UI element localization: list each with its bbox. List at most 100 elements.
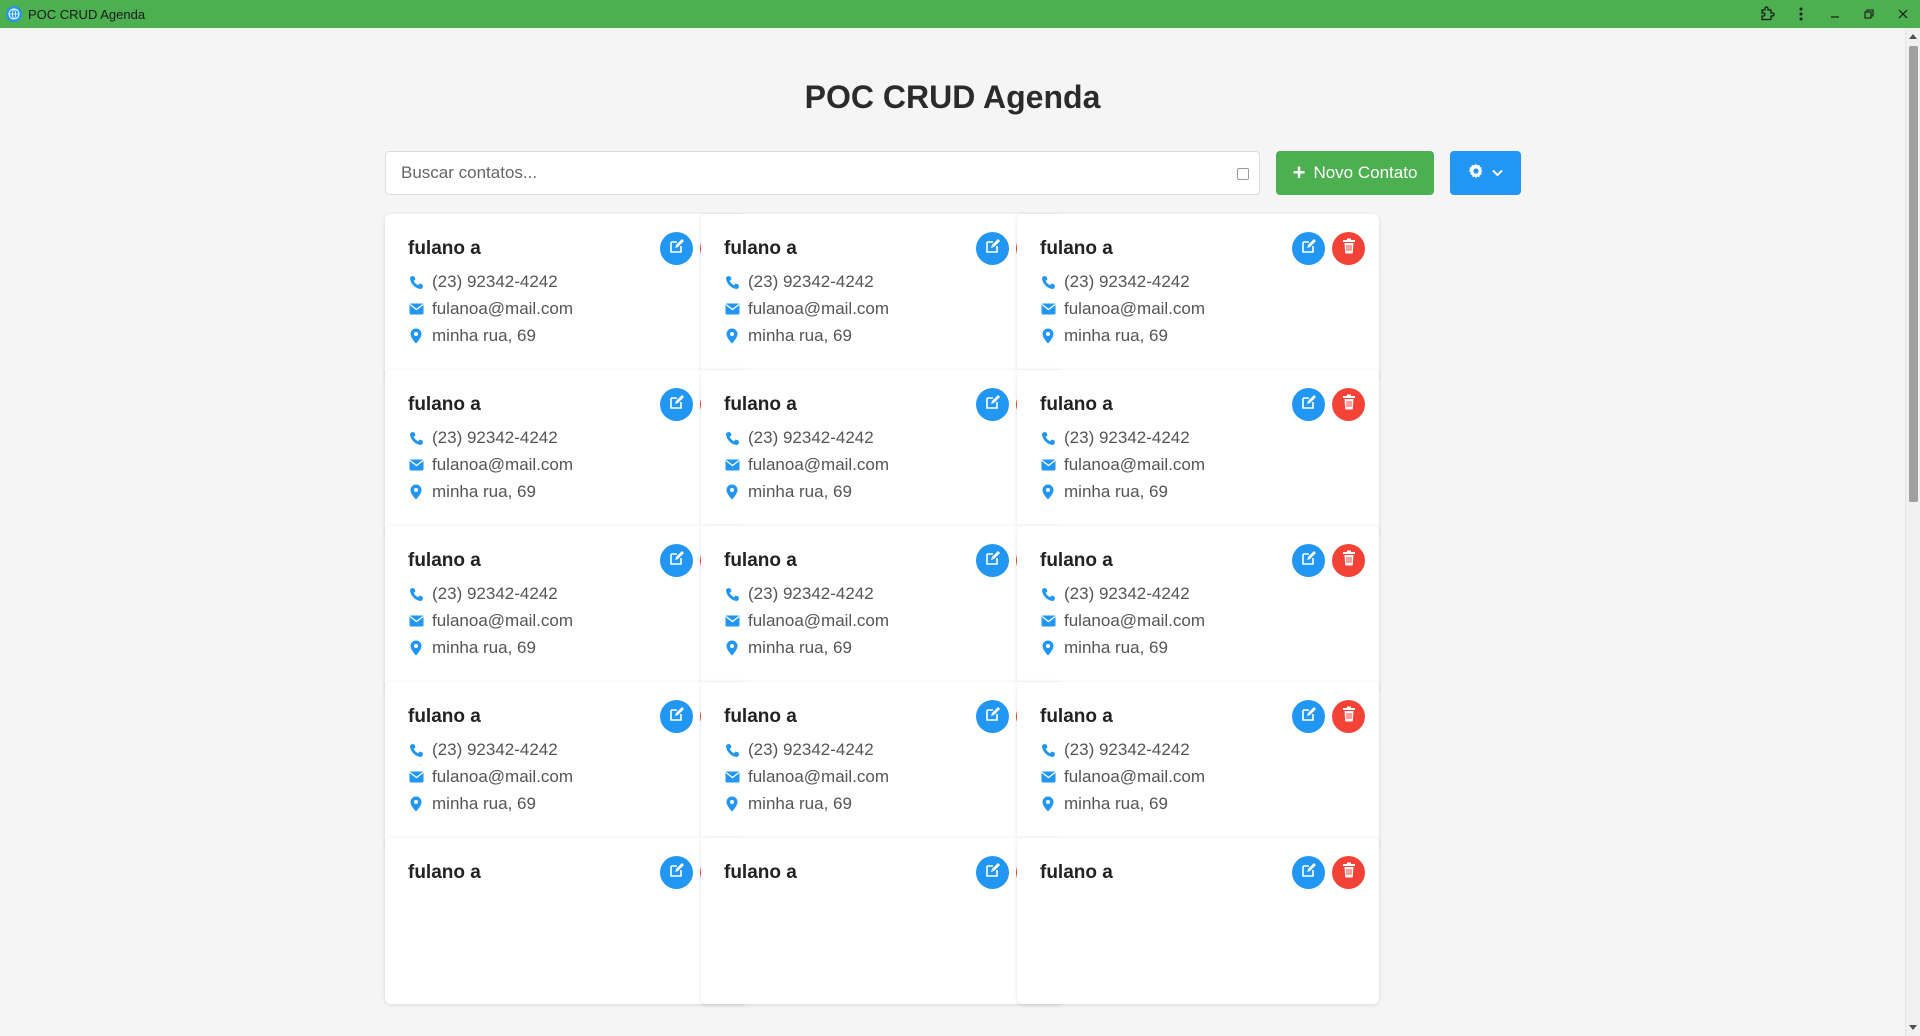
edit-contact-button[interactable]	[660, 388, 693, 421]
vertical-scrollbar[interactable]	[1905, 28, 1920, 1036]
contact-address-row: minha rua, 69	[724, 482, 852, 502]
scrollbar-thumb[interactable]	[1909, 46, 1918, 502]
contact-card: fulano a (23) 92342-4242 fulanoa@mail.com m…	[385, 370, 747, 536]
contact-address: minha rua, 69	[748, 482, 852, 501]
contact-email: fulanoa@mail.com	[432, 455, 574, 474]
delete-contact-button[interactable]	[1332, 232, 1365, 265]
search-box[interactable]	[385, 151, 1260, 195]
delete-contact-button[interactable]	[1332, 544, 1365, 577]
contact-phone-row: (23) 92342-4242	[724, 584, 874, 604]
edit-contact-button[interactable]	[1292, 856, 1325, 889]
contact-email: fulanoa@mail.com	[432, 767, 574, 786]
edit-icon	[985, 238, 1001, 259]
map-pin-icon	[724, 796, 740, 812]
contact-card: fulano a	[385, 838, 747, 1004]
new-contact-button[interactable]: + Novo Contato	[1276, 151, 1434, 195]
envelope-icon	[724, 769, 740, 785]
contact-phone: (23) 92342-4242	[748, 272, 874, 291]
contact-name: fulano a	[408, 394, 481, 415]
delete-contact-button[interactable]	[1332, 856, 1365, 889]
contact-address-row: minha rua, 69	[408, 482, 536, 502]
edit-contact-button[interactable]	[1292, 544, 1325, 577]
edit-contact-button[interactable]	[976, 700, 1009, 733]
contact-phone-row: (23) 92342-4242	[1040, 272, 1190, 292]
scroll-down-arrow-icon[interactable]	[1909, 1025, 1917, 1030]
contact-address-row: minha rua, 69	[1040, 326, 1168, 346]
edit-icon	[985, 706, 1001, 727]
edit-contact-button[interactable]	[660, 700, 693, 733]
edit-contact-button[interactable]	[976, 544, 1009, 577]
restore-icon[interactable]	[1852, 0, 1886, 28]
edit-icon	[985, 394, 1001, 415]
contact-phone-row: (23) 92342-4242	[724, 272, 874, 292]
contact-name: fulano a	[408, 238, 481, 259]
contact-card: fulano a (23) 92342-4242 fulanoa@mail.com m…	[1017, 526, 1379, 692]
close-icon[interactable]	[1886, 0, 1920, 28]
contact-email-row: fulanoa@mail.com	[724, 299, 889, 319]
contact-address: minha rua, 69	[432, 326, 536, 345]
new-contact-label: Novo Contato	[1313, 163, 1418, 182]
edit-contact-button[interactable]	[660, 544, 693, 577]
phone-icon	[408, 430, 424, 446]
contact-phone: (23) 92342-4242	[1064, 428, 1190, 447]
window-titlebar: POC CRUD Agenda	[0, 0, 1920, 28]
contact-phone: (23) 92342-4242	[432, 272, 558, 291]
contact-name: fulano a	[724, 394, 797, 415]
envelope-icon	[1040, 769, 1056, 785]
envelope-icon	[1040, 301, 1056, 317]
contact-name: fulano a	[1040, 862, 1113, 883]
envelope-icon	[408, 769, 424, 785]
trash-icon	[1342, 238, 1356, 259]
contact-phone-row: (23) 92342-4242	[1040, 584, 1190, 604]
minimize-icon[interactable]	[1818, 0, 1852, 28]
settings-dropdown-button[interactable]	[1450, 151, 1521, 195]
contact-address-row: minha rua, 69	[724, 638, 852, 658]
contact-email-row: fulanoa@mail.com	[724, 611, 889, 631]
contact-name: fulano a	[408, 706, 481, 727]
delete-contact-button[interactable]	[1332, 700, 1365, 733]
contact-card: fulano a (23) 92342-4242 fulanoa@mail.com m…	[1017, 370, 1379, 536]
contact-address-row: minha rua, 69	[408, 638, 536, 658]
map-pin-icon	[408, 484, 424, 500]
map-pin-icon	[724, 328, 740, 344]
envelope-icon	[724, 457, 740, 473]
contact-address-row: minha rua, 69	[724, 794, 852, 814]
contact-address: minha rua, 69	[432, 794, 536, 813]
scroll-up-arrow-icon[interactable]	[1909, 34, 1917, 39]
contact-phone: (23) 92342-4242	[748, 428, 874, 447]
contact-name: fulano a	[1040, 550, 1113, 571]
contact-card: fulano a	[1017, 838, 1379, 1004]
contact-card: fulano a (23) 92342-4242 fulanoa@mail.com m…	[701, 214, 1063, 380]
extensions-icon[interactable]	[1750, 0, 1784, 28]
contact-phone-row: (23) 92342-4242	[724, 740, 874, 760]
edit-contact-button[interactable]	[1292, 388, 1325, 421]
contact-name: fulano a	[408, 862, 481, 883]
search-input[interactable]	[386, 152, 1259, 194]
page-title: POC CRUD Agenda	[804, 79, 1101, 115]
contact-phone: (23) 92342-4242	[1064, 584, 1190, 603]
contact-email: fulanoa@mail.com	[1064, 455, 1206, 474]
plus-icon: +	[1292, 160, 1306, 185]
edit-contact-button[interactable]	[660, 856, 693, 889]
contact-email-row: fulanoa@mail.com	[1040, 455, 1205, 475]
envelope-icon	[1040, 613, 1056, 629]
contact-email-row: fulanoa@mail.com	[1040, 611, 1205, 631]
delete-contact-button[interactable]	[1332, 388, 1365, 421]
more-vert-icon[interactable]	[1784, 0, 1818, 28]
edit-contact-button[interactable]	[976, 232, 1009, 265]
contact-name: fulano a	[1040, 394, 1113, 415]
contact-email: fulanoa@mail.com	[1064, 767, 1206, 786]
contact-address: minha rua, 69	[1064, 638, 1168, 657]
gear-icon	[1468, 163, 1484, 184]
contact-card: fulano a (23) 92342-4242 fulanoa@mail.com m…	[385, 526, 747, 692]
contact-email-row: fulanoa@mail.com	[408, 299, 573, 319]
map-pin-icon	[724, 484, 740, 500]
edit-icon	[669, 394, 685, 415]
map-pin-icon	[1040, 484, 1056, 500]
edit-contact-button[interactable]	[976, 388, 1009, 421]
edit-contact-button[interactable]	[660, 232, 693, 265]
edit-contact-button[interactable]	[976, 856, 1009, 889]
edit-contact-button[interactable]	[1292, 700, 1325, 733]
map-pin-icon	[724, 640, 740, 656]
edit-contact-button[interactable]	[1292, 232, 1325, 265]
